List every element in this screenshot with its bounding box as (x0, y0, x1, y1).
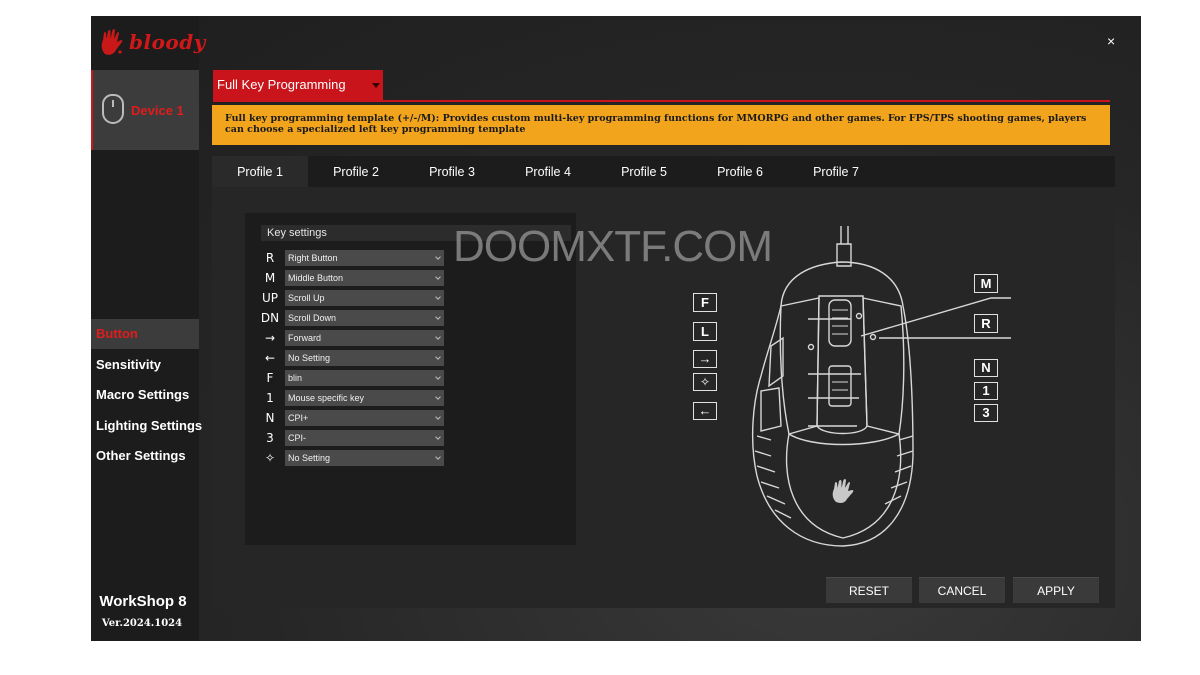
chevron-down-icon (435, 454, 441, 460)
sidebar: bloody Device 1 Button Sensitivity Macro… (91, 16, 205, 641)
chevron-down-icon (435, 434, 441, 440)
diagram-label-m: M (974, 274, 998, 293)
key-select-f[interactable]: blin (285, 370, 444, 386)
mode-dropdown[interactable]: Full Key Programming (213, 70, 383, 100)
nav-item-button[interactable]: Button (91, 319, 199, 349)
key-select-value: Scroll Up (288, 293, 325, 303)
hand-logo-icon (101, 29, 123, 55)
divider (213, 100, 1110, 102)
key-select-sniper[interactable]: No Setting (285, 450, 444, 466)
tab-profile-3[interactable]: Profile 3 (404, 156, 500, 187)
tab-profile-5[interactable]: Profile 5 (596, 156, 692, 187)
key-select-3[interactable]: CPI- (285, 430, 444, 446)
key-select-value: No Setting (288, 453, 331, 463)
diagram-sniper-icon: ✧ (693, 373, 717, 391)
key-label: N (265, 411, 275, 425)
key-select-value: No Setting (288, 353, 331, 363)
key-select-back[interactable]: No Setting (285, 350, 444, 366)
nav-item-other-settings[interactable]: Other Settings (91, 441, 199, 471)
app-window: bloody Device 1 Button Sensitivity Macro… (91, 16, 1141, 641)
chevron-down-icon (435, 254, 441, 260)
diagram-label-l: L (693, 322, 717, 341)
chevron-down-icon (435, 414, 441, 420)
tab-profile-2[interactable]: Profile 2 (308, 156, 404, 187)
key-select-value: Right Button (288, 253, 338, 263)
arrow-left-icon: ← (264, 351, 276, 365)
key-select-value: Middle Button (288, 273, 344, 283)
key-label: DN (260, 311, 280, 325)
chevron-down-icon (435, 374, 441, 380)
profile-tabs: Profile 1 Profile 2 Profile 3 Profile 4 … (212, 156, 1115, 187)
apply-button[interactable]: APPLY (1013, 577, 1099, 603)
settings-nav: Button Sensitivity Macro Settings Lighti… (91, 319, 202, 472)
tab-profile-7[interactable]: Profile 7 (788, 156, 884, 187)
tab-profile-6[interactable]: Profile 6 (692, 156, 788, 187)
key-label: R (265, 251, 275, 265)
caret-down-icon (372, 83, 380, 88)
key-label: M (264, 271, 276, 285)
chevron-down-icon (435, 274, 441, 280)
chevron-down-icon (435, 314, 441, 320)
diagram-label-f: F (693, 293, 717, 312)
device-1-button[interactable]: Device 1 (91, 70, 199, 150)
chevron-down-icon (435, 294, 441, 300)
key-label: 3 (266, 431, 274, 445)
bloody-logo: bloody (99, 28, 205, 62)
key-select-value: CPI- (288, 433, 306, 443)
version-label: Ver.2024.1024 (101, 618, 183, 629)
key-label: F (266, 371, 274, 385)
sniper-key-icon: ✧ (264, 451, 276, 465)
reset-button[interactable]: RESET (826, 577, 912, 603)
key-select-value: Mouse specific key (288, 393, 365, 403)
scroll-wheel (828, 299, 852, 347)
diagram-label-3: 3 (974, 404, 998, 422)
tab-profile-1[interactable]: Profile 1 (212, 156, 308, 187)
brand-name: bloody (129, 30, 206, 54)
key-select-forward[interactable]: Forward (285, 330, 444, 346)
arrow-right-icon: → (264, 331, 276, 345)
mode-dropdown-value: Full Key Programming (217, 77, 346, 92)
device-label: Device 1 (131, 103, 184, 118)
key-select-1[interactable]: Mouse specific key (285, 390, 444, 406)
mouse-diagram (751, 226, 1011, 547)
diagram-label-r: R (974, 314, 998, 333)
workshop-title: WorkShop 8 (99, 593, 187, 610)
key-select-dn[interactable]: Scroll Down (285, 310, 444, 326)
key-select-value: Forward (288, 333, 322, 343)
chevron-down-icon (435, 354, 441, 360)
tab-profile-4[interactable]: Profile 4 (500, 156, 596, 187)
key-select-value: CPI+ (288, 413, 309, 423)
diagram-arrow-left-icon: ← (693, 402, 717, 420)
nav-item-macro-settings[interactable]: Macro Settings (91, 380, 199, 410)
template-info-banner: Full key programming template (+/-/M): P… (212, 105, 1110, 145)
nav-item-lighting-settings[interactable]: Lighting Settings (91, 411, 202, 441)
key-label: 1 (266, 391, 274, 405)
diagram-label-n: N (974, 359, 998, 377)
cancel-button[interactable]: CANCEL (919, 577, 1005, 603)
key-select-value: blin (288, 373, 303, 383)
key-select-m[interactable]: Middle Button (285, 270, 444, 286)
key-select-up[interactable]: Scroll Up (285, 290, 444, 306)
chevron-down-icon (435, 394, 441, 400)
mouse-body-outline (751, 261, 914, 547)
key-label: UP (261, 291, 279, 305)
close-button[interactable]: × (1107, 33, 1115, 49)
key-select-n[interactable]: CPI+ (285, 410, 444, 426)
diagram-label-1: 1 (974, 382, 998, 400)
chevron-down-icon (435, 334, 441, 340)
diagram-arrow-right-icon: → (693, 350, 717, 368)
mouse-icon (102, 94, 124, 124)
key-select-value: Scroll Down (288, 313, 337, 323)
key-select-r[interactable]: Right Button (285, 250, 444, 266)
nav-item-sensitivity[interactable]: Sensitivity (91, 350, 199, 380)
